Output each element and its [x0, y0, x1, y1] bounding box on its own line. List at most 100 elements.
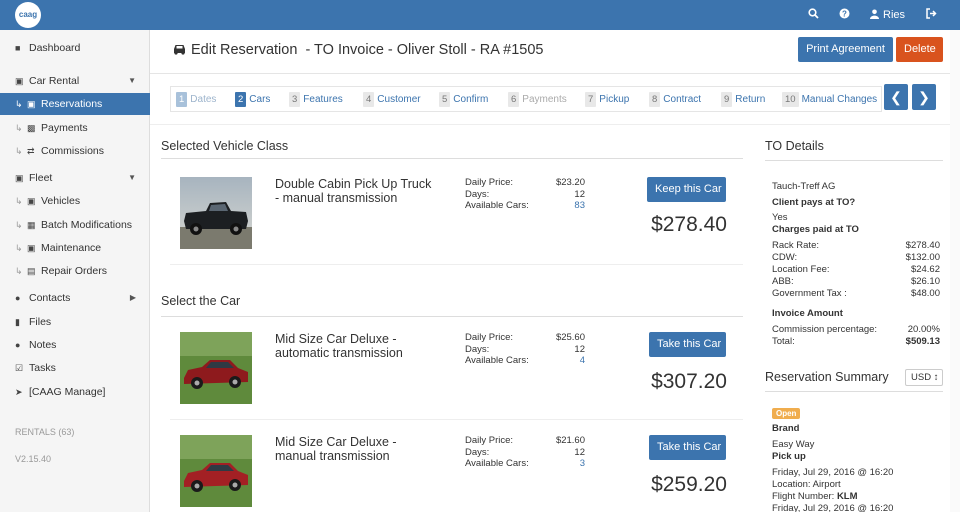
sidebar-item-dashboard[interactable]: ■ Dashboard — [0, 37, 150, 59]
sidebar-item-repair-orders[interactable]: ↳ ▤ Repair Orders — [0, 260, 150, 282]
sidebar-item-fleet[interactable]: ▣ Fleet ▼ — [0, 167, 150, 189]
user-menu[interactable]: Ries — [870, 8, 905, 22]
ambulance-icon: ▣ — [27, 243, 36, 253]
money-icon: ▩ — [27, 123, 36, 133]
chevron-right-icon: ▶ — [129, 293, 136, 302]
pickup-location: Location: Airport — [772, 479, 841, 490]
selected-car-labels: Daily Price: Days: Available Cars: — [465, 177, 529, 211]
tab-pickup[interactable]: 7 Pickup — [585, 92, 629, 107]
rack-rate-value: $278.40 — [905, 240, 940, 251]
sidebar-item-car-rental[interactable]: ▣ Car Rental ▼ — [0, 70, 150, 92]
sidebar-item-batch-modifications[interactable]: ↳ ▦ Batch Modifications — [0, 214, 150, 236]
car-icon: ▣ — [27, 99, 36, 109]
logout-icon[interactable] — [926, 8, 937, 23]
brand-label: Brand — [772, 423, 800, 434]
tab-manual-changes[interactable]: 10 Manual Changes — [782, 92, 877, 107]
page-title: Edit Reservation - TO Invoice - Oliver S… — [172, 42, 543, 58]
rack-rate-label: Rack Rate: — [772, 240, 819, 251]
keep-this-car-button[interactable]: Keep this Car — [647, 177, 726, 202]
chevron-left-icon: ❮ — [890, 89, 902, 105]
sidebar-item-maintenance[interactable]: ↳ ▣ Maintenance — [0, 237, 150, 259]
sidebar-item-caag-manage[interactable]: ➤ [CAAG Manage] — [0, 381, 150, 403]
wizard-steps: 1 Dates 2 Cars 3 Features 4 Customer 5 Confir… — [170, 86, 882, 112]
user-icon — [870, 9, 879, 19]
dashboard-icon: ■ — [15, 43, 21, 53]
abb-label: ABB: — [772, 276, 794, 287]
help-icon[interactable]: ? — [839, 8, 850, 23]
rocket-icon: ➤ — [15, 387, 23, 397]
car-icon: ▣ — [27, 196, 36, 206]
available-cars-link[interactable]: 3 — [545, 458, 585, 470]
tab-dates[interactable]: 1 Dates — [176, 92, 216, 107]
sedan-car-image — [180, 332, 252, 404]
days-value: 12 — [574, 446, 585, 458]
delete-button[interactable]: Delete — [896, 37, 943, 62]
car-values: $21.60 12 3 — [545, 435, 585, 470]
days-value: 12 — [574, 188, 585, 200]
sidebar-item-files[interactable]: ▮ Files — [0, 311, 150, 333]
car-total: $307.20 — [651, 370, 727, 393]
car-labels: Daily Price: Days: Available Cars: — [465, 435, 529, 469]
exchange-icon: ⇄ — [27, 146, 35, 156]
sub-arrow-icon: ↳ — [15, 196, 23, 206]
government-tax-value: $48.00 — [910, 288, 940, 299]
next-step-button[interactable]: ❯ — [912, 84, 936, 110]
print-agreement-button[interactable]: Print Agreement — [798, 37, 893, 62]
car-icon: ▣ — [15, 76, 24, 86]
check-square-icon: ☑ — [15, 363, 24, 373]
scrollbar[interactable] — [950, 30, 960, 512]
commission-value: 20.00% — [907, 324, 940, 335]
divider — [765, 160, 943, 161]
tab-customer[interactable]: 4 Customer — [363, 92, 421, 107]
previous-step-button[interactable]: ❮ — [884, 84, 908, 110]
car-values: $25.60 12 4 — [545, 332, 585, 367]
select-car-title: Select the Car — [161, 294, 241, 308]
sidebar-item-reservations[interactable]: ↳ ▣ Reservations — [0, 93, 150, 115]
daily-price-value: $25.60 — [555, 332, 585, 343]
sidebar-item-payments[interactable]: ↳ ▩ Payments — [0, 117, 150, 139]
invoice-amount-label: Invoice Amount — [772, 308, 843, 319]
top-bar: caag ? Ries — [0, 0, 960, 30]
sidebar-item-vehicles[interactable]: ↳ ▣ Vehicles — [0, 190, 150, 212]
sidebar-item-tasks[interactable]: ☑ Tasks — [0, 357, 150, 379]
sidebar: ■ Dashboard ▣ Car Rental ▼ ↳ ▣ Reservations ↳… — [0, 30, 150, 512]
users-icon: ● — [15, 293, 21, 303]
pickup-truck-image — [180, 177, 252, 249]
total-value: $509.13 — [905, 336, 940, 347]
cdw-value: $132.00 — [905, 252, 940, 263]
tab-contract[interactable]: 8 Contract — [649, 92, 701, 107]
table-icon: ▦ — [27, 220, 36, 230]
caag-logo[interactable]: caag — [15, 2, 41, 28]
take-this-car-button[interactable]: Take this Car — [649, 435, 726, 460]
currency-select[interactable]: USD ↕ — [905, 369, 943, 386]
svg-text:?: ? — [842, 9, 847, 18]
car-name: Mid Size Car Deluxe - manual transmissio… — [275, 435, 397, 463]
days-value: 12 — [574, 343, 585, 355]
tab-features[interactable]: 3 Features — [289, 92, 343, 107]
sub-arrow-icon: ↳ — [15, 123, 23, 133]
sub-arrow-icon: ↳ — [15, 99, 23, 109]
to-company: Tauch-Treff AG — [772, 181, 836, 192]
location-fee-label: Location Fee: — [772, 264, 830, 275]
available-cars-link[interactable]: 83 — [545, 200, 585, 212]
tab-cars[interactable]: 2 Cars — [235, 92, 270, 107]
selected-vehicle-title: Selected Vehicle Class — [161, 139, 289, 153]
divider — [170, 264, 743, 265]
tab-confirm[interactable]: 5 Confirm — [439, 92, 488, 107]
tab-return[interactable]: 9 Return — [721, 92, 765, 107]
cdw-label: CDW: — [772, 252, 798, 263]
chevron-right-icon: ❯ — [918, 89, 930, 105]
sedan-car-image — [180, 435, 252, 507]
search-icon[interactable] — [808, 8, 819, 23]
available-cars-link[interactable]: 4 — [545, 355, 585, 367]
sub-arrow-icon: ↳ — [15, 146, 23, 156]
sidebar-item-notes[interactable]: ● Notes — [0, 334, 150, 356]
sub-arrow-icon: ↳ — [15, 266, 23, 276]
take-this-car-button[interactable]: Take this Car — [649, 332, 726, 357]
reservation-summary-title: Reservation Summary — [765, 370, 889, 384]
sidebar-item-commissions[interactable]: ↳ ⇄ Commissions — [0, 140, 150, 162]
comments-icon: ● — [15, 340, 21, 350]
divider — [161, 158, 743, 159]
sub-arrow-icon: ↳ — [15, 220, 23, 230]
sidebar-item-contacts[interactable]: ● Contacts ▶ — [0, 287, 150, 309]
